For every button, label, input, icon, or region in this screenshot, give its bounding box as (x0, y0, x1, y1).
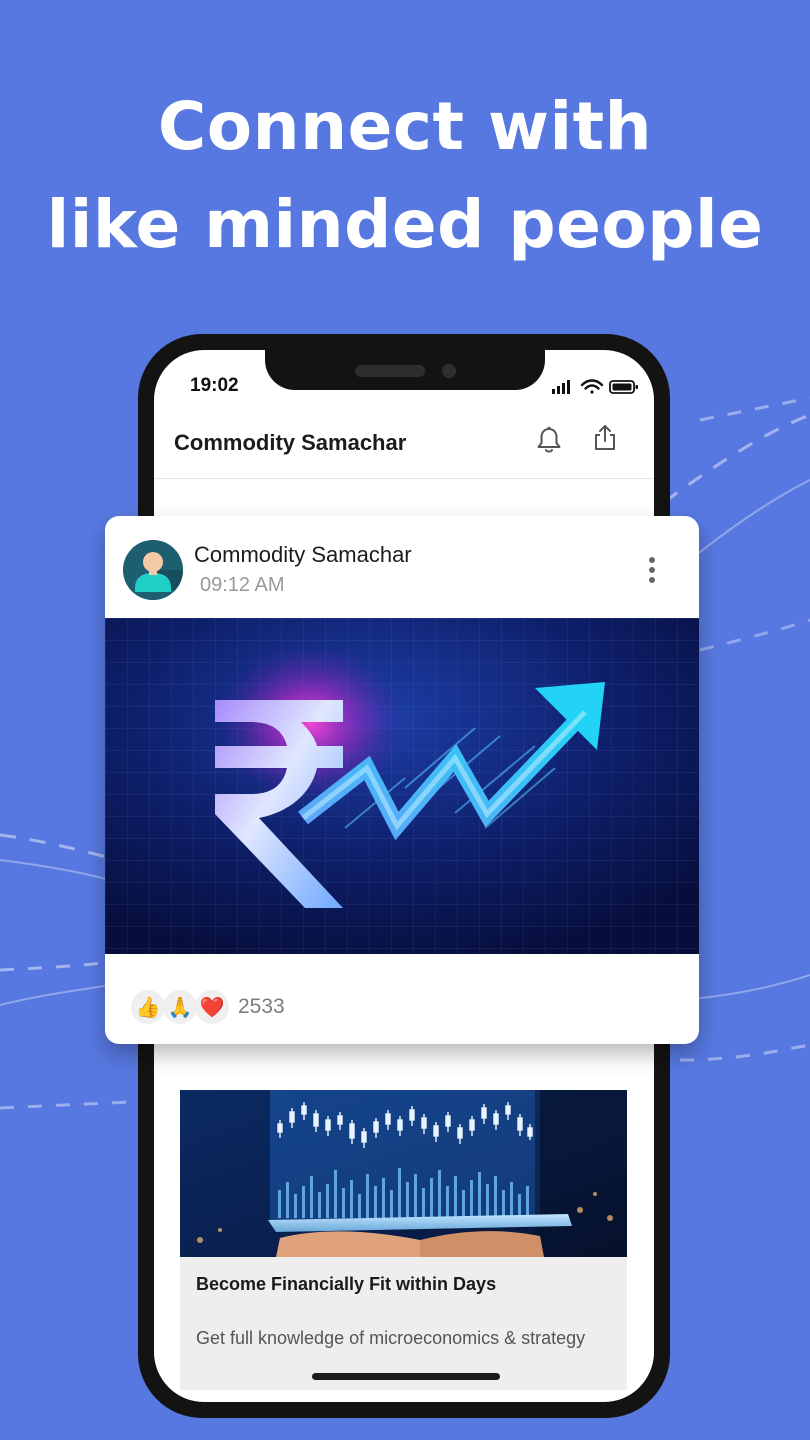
post-author[interactable]: Commodity Samachar (194, 542, 412, 568)
app-bar-divider (154, 478, 654, 479)
more-options-icon[interactable] (647, 556, 657, 584)
headline: Connect with like minded people (0, 78, 810, 274)
home-indicator[interactable] (312, 1373, 500, 1380)
thumbs-up-icon: 👍 (131, 990, 165, 1024)
status-icons (552, 379, 638, 394)
headline-line-2: like minded people (46, 186, 764, 263)
battery-icon (609, 380, 638, 394)
headline-line-1: Connect with (157, 88, 653, 165)
share-icon[interactable] (591, 423, 619, 453)
phone-camera (442, 364, 456, 378)
reaction-summary[interactable]: 👍 🙏 ❤️ (131, 990, 241, 1024)
feed-item-description: Get full knowledge of microeconomics & s… (196, 1328, 586, 1348)
status-time: 19:02 (190, 375, 239, 396)
phone-speaker (355, 365, 425, 377)
avatar[interactable] (123, 540, 183, 600)
wifi-icon (580, 379, 604, 394)
praying-hands-icon: 🙏 (163, 990, 197, 1024)
heart-icon: ❤️ (195, 990, 229, 1024)
feed-item-image[interactable] (180, 1090, 627, 1257)
reaction-count[interactable]: 2533 (238, 995, 285, 1019)
signal-icon (552, 380, 570, 394)
post-time: 09:12 AM (200, 574, 285, 596)
bell-icon[interactable] (535, 425, 563, 455)
post-image[interactable] (105, 618, 699, 954)
feed-item-title[interactable]: Become Financially Fit within Days (196, 1274, 496, 1295)
post-card[interactable]: Commodity Samachar 09:12 AM 👍 🙏 ❤️ 2533 (105, 516, 699, 1044)
app-bar-title: Commodity Samachar (174, 430, 407, 455)
user-avatar-icon (123, 540, 183, 600)
feed-item-card[interactable]: Become Financially Fit within Days Get f… (180, 1090, 627, 1390)
